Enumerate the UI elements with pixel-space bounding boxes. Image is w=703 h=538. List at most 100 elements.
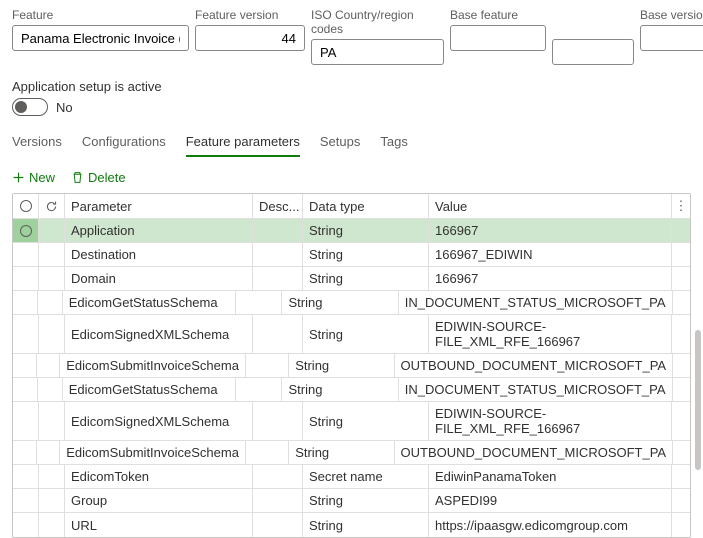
row-spacer: [39, 489, 65, 512]
cell-datatype: String: [282, 291, 398, 314]
feature-input[interactable]: [12, 25, 189, 51]
plus-icon: [12, 171, 25, 184]
tab-configurations[interactable]: Configurations: [82, 130, 166, 157]
cell-parameter: EdicomGetStatusSchema: [63, 378, 236, 401]
cell-menu: [672, 465, 690, 488]
row-select[interactable]: [13, 489, 39, 512]
cell-description: [253, 243, 303, 266]
header-refresh[interactable]: [39, 194, 65, 218]
table-row[interactable]: ApplicationString166967: [13, 219, 690, 243]
cell-description: [253, 315, 303, 353]
base-version-input[interactable]: [640, 25, 703, 51]
row-spacer: [39, 315, 65, 353]
toggle-row: No: [12, 98, 691, 116]
table-row[interactable]: URLStringhttps://ipaasgw.edicomgroup.com: [13, 513, 690, 537]
table-row[interactable]: EdicomSubmitInvoiceSchemaStringOUTBOUND_…: [13, 441, 690, 465]
header-description[interactable]: Desc...: [253, 194, 303, 218]
cell-value: 166967: [429, 219, 672, 242]
header-parameter[interactable]: Parameter: [65, 194, 253, 218]
header-value[interactable]: Value: [429, 194, 672, 218]
feature-version-input[interactable]: [195, 25, 305, 51]
cell-datatype: String: [289, 441, 394, 464]
toggle-value: No: [56, 100, 73, 115]
row-select[interactable]: [13, 402, 39, 440]
cell-description: [236, 378, 283, 401]
table-row[interactable]: EdicomSignedXMLSchemaStringEDIWIN-SOURCE…: [13, 402, 690, 441]
field-base-version: Base version: [640, 8, 703, 65]
table-row[interactable]: EdicomSignedXMLSchemaStringEDIWIN-SOURCE…: [13, 315, 690, 354]
table-row[interactable]: Destination String166967_EDIWIN: [13, 243, 690, 267]
parameters-grid: Parameter Desc... Data type Value ⋮ Appl…: [12, 193, 691, 538]
cell-value: EDIWIN-SOURCE-FILE_XML_RFE_166967: [429, 315, 672, 353]
tab-tags[interactable]: Tags: [380, 130, 407, 157]
cell-value: 166967_EDIWIN: [429, 243, 672, 266]
base-version-label: Base version: [640, 8, 703, 22]
header-datatype[interactable]: Data type: [303, 194, 429, 218]
cell-menu: [673, 441, 690, 464]
header-select[interactable]: [13, 194, 39, 218]
feature-label: Feature: [12, 8, 189, 22]
cell-description: [253, 489, 303, 512]
cell-value: IN_DOCUMENT_STATUS_MICROSOFT_PA: [399, 378, 673, 401]
cell-description: [246, 354, 289, 377]
table-row[interactable]: EdicomTokenSecret nameEdiwinPanamaToken: [13, 465, 690, 489]
field-feature-version: Feature version: [195, 8, 305, 65]
field-base-feature2: [552, 8, 634, 65]
iso-input[interactable]: [311, 39, 444, 65]
row-spacer: [39, 513, 65, 537]
header-menu[interactable]: ⋮: [672, 194, 690, 218]
grid-header: Parameter Desc... Data type Value ⋮: [13, 194, 690, 219]
cell-datatype: Secret name: [303, 465, 429, 488]
row-select[interactable]: [13, 219, 39, 242]
cell-parameter: EdicomSignedXMLSchema: [65, 402, 253, 440]
field-base-feature: Base feature: [450, 8, 546, 65]
row-select[interactable]: [13, 243, 39, 266]
cell-menu: [672, 315, 690, 353]
table-row[interactable]: EdicomSubmitInvoiceSchemaStringOUTBOUND_…: [13, 354, 690, 378]
scrollbar[interactable]: [695, 330, 701, 470]
row-select[interactable]: [13, 315, 39, 353]
delete-button[interactable]: Delete: [71, 168, 126, 187]
field-feature: Feature: [12, 8, 189, 65]
row-spacer: [39, 465, 65, 488]
cell-parameter: EdicomToken: [65, 465, 253, 488]
base-feature-input2[interactable]: [552, 39, 634, 65]
cell-menu: [673, 291, 690, 314]
table-row[interactable]: EdicomGetStatusSchemaStringIN_DOCUMENT_S…: [13, 378, 690, 402]
active-toggle[interactable]: [12, 98, 48, 116]
tab-versions[interactable]: Versions: [12, 130, 62, 157]
cell-parameter: Destination: [65, 243, 253, 266]
cell-datatype: String: [303, 243, 429, 266]
cell-description: [253, 402, 303, 440]
row-select[interactable]: [13, 291, 38, 314]
cell-parameter: Group: [65, 489, 253, 512]
row-select[interactable]: [13, 354, 37, 377]
row-spacer: [39, 219, 65, 242]
row-select[interactable]: [13, 267, 39, 290]
field-iso: ISO Country/region codes: [311, 8, 444, 65]
new-button[interactable]: New: [12, 168, 55, 187]
tab-feature-parameters[interactable]: Feature parameters: [186, 130, 300, 157]
tab-setups[interactable]: Setups: [320, 130, 360, 157]
row-select[interactable]: [13, 378, 38, 401]
row-select[interactable]: [13, 513, 39, 537]
tabs: Versions Configurations Feature parameters…: [12, 130, 691, 158]
cell-value: https://ipaasgw.edicomgroup.com: [429, 513, 672, 537]
cell-menu: [672, 243, 690, 266]
row-spacer: [38, 378, 63, 401]
header-fields: Feature Feature version ISO Country/regi…: [12, 8, 691, 65]
cell-parameter: EdicomSignedXMLSchema: [65, 315, 253, 353]
row-select[interactable]: [13, 441, 37, 464]
radio-icon: [20, 200, 32, 212]
cell-datatype: String: [303, 402, 429, 440]
table-row[interactable]: GroupStringASPEDI99: [13, 489, 690, 513]
cell-description: [253, 267, 303, 290]
base-feature-input[interactable]: [450, 25, 546, 51]
table-row[interactable]: EdicomGetStatusSchemaStringIN_DOCUMENT_S…: [13, 291, 690, 315]
cell-datatype: String: [303, 267, 429, 290]
table-row[interactable]: DomainString166967: [13, 267, 690, 291]
delete-label: Delete: [88, 170, 126, 185]
cell-value: OUTBOUND_DOCUMENT_MICROSOFT_PA: [395, 441, 674, 464]
row-select[interactable]: [13, 465, 39, 488]
row-spacer: [37, 354, 61, 377]
